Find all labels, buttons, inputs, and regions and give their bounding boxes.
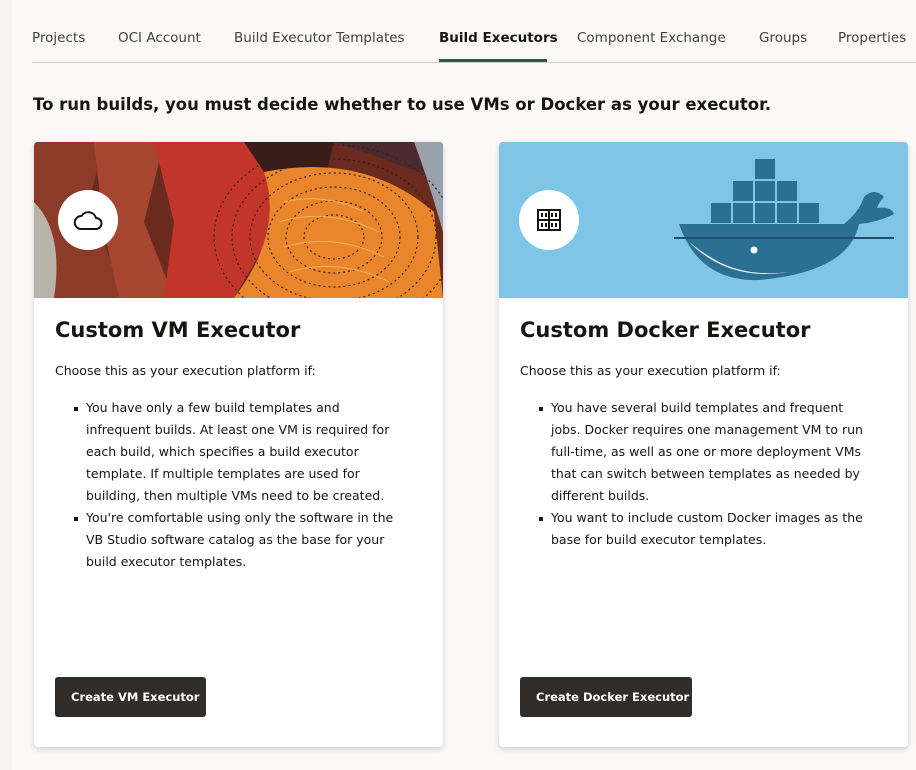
list-item: You want to include custom Docker images…	[539, 507, 869, 551]
tab-bar: Projects OCI Account Build Executor Temp…	[32, 22, 916, 63]
cloud-icon	[73, 209, 103, 231]
vm-banner-image	[34, 142, 443, 298]
docker-card-intro: Choose this as your execution platform i…	[520, 363, 781, 378]
create-vm-executor-button[interactable]: Create VM Executor	[55, 677, 206, 717]
page: Projects OCI Account Build Executor Temp…	[12, 0, 916, 770]
vm-badge	[58, 190, 118, 250]
list-item: You have only a few build templates and …	[74, 397, 404, 507]
tab-oci-account[interactable]: OCI Account	[118, 30, 201, 46]
active-tab-indicator	[439, 59, 547, 62]
vm-executor-card: Custom VM Executor Choose this as your e…	[34, 142, 443, 747]
docker-banner-image	[499, 142, 908, 298]
tab-build-executor-templates[interactable]: Build Executor Templates	[234, 30, 405, 46]
vm-card-title: Custom VM Executor	[55, 318, 301, 342]
tab-build-executors[interactable]: Build Executors	[439, 30, 558, 46]
vm-card-intro: Choose this as your execution platform i…	[55, 363, 316, 378]
docker-executor-card: Custom Docker Executor Choose this as yo…	[499, 142, 908, 747]
tab-properties[interactable]: Properties	[838, 30, 906, 46]
docker-bullet-list: You have several build templates and fre…	[539, 397, 869, 551]
create-docker-executor-button[interactable]: Create Docker Executor	[520, 677, 692, 717]
tab-groups[interactable]: Groups	[759, 30, 807, 46]
list-item: You have several build templates and fre…	[539, 397, 869, 507]
page-heading: To run builds, you must decide whether t…	[33, 95, 772, 114]
docker-badge	[519, 190, 579, 250]
list-item: You're comfortable using only the softwa…	[74, 507, 404, 573]
container-grid-icon	[537, 209, 561, 231]
tab-component-exchange[interactable]: Component Exchange	[577, 30, 726, 46]
vm-bullet-list: You have only a few build templates and …	[74, 397, 404, 573]
tab-projects[interactable]: Projects	[32, 30, 85, 46]
docker-card-title: Custom Docker Executor	[520, 318, 811, 342]
